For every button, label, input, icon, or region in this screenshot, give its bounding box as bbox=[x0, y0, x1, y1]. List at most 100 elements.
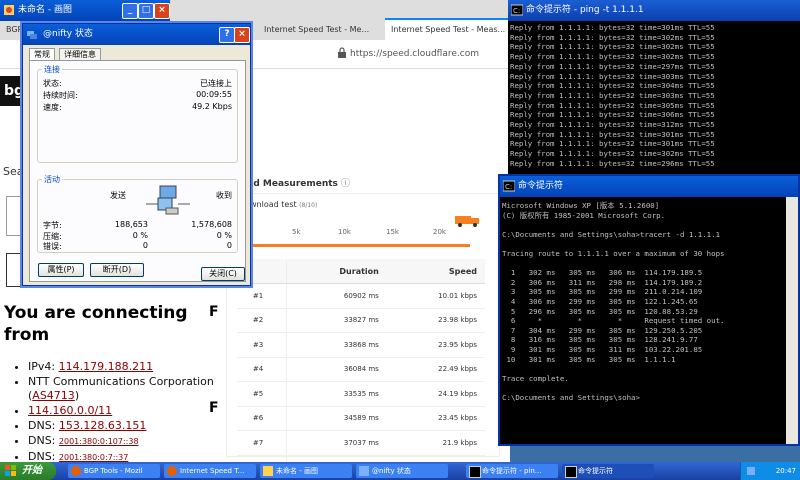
console-line: Reply from 1.1.1.1: bytes=32 time=304ms … bbox=[510, 81, 715, 91]
speed-value: 49.2 Kbps bbox=[192, 102, 232, 111]
duration-label: 持续时间: bbox=[43, 91, 78, 100]
console-title-bar[interactable]: C: 命令提示符 - ping -t 1.1.1.1 bbox=[508, 0, 800, 21]
sent-label: 发送 bbox=[110, 191, 126, 200]
minimize-button[interactable]: _ bbox=[122, 3, 138, 19]
column-header: Speed bbox=[386, 259, 485, 284]
taskbar: 开始 BGP Tools - Mozil Internet Speed T...… bbox=[0, 462, 800, 480]
row-number: #4 bbox=[237, 357, 287, 382]
table-row: #1 60902 ms 10.01 kbps bbox=[237, 283, 485, 309]
console-line: Reply from 1.1.1.1: bytes=32 time=312ms … bbox=[510, 120, 715, 130]
progress-fill bbox=[240, 244, 470, 247]
errors-label: 错误: bbox=[43, 242, 62, 251]
connection-status-dialog: @nifty 状态 ? × 常规 详细信息 连接 状态: 已连接上 持续时间: … bbox=[22, 23, 251, 286]
console-line: Reply from 1.1.1.1: bytes=32 time=302ms … bbox=[510, 42, 715, 52]
tracert-console-window[interactable]: C: 命令提示符 Microsoft Windows XP [版本 5.1.26… bbox=[498, 174, 800, 446]
taskbar-item-firefox[interactable]: BGP Tools - Mozil bbox=[68, 464, 160, 478]
truck-icon bbox=[455, 216, 479, 227]
url-bar[interactable]: https://speed.cloudflare.com bbox=[350, 46, 510, 62]
side-letter: F bbox=[209, 304, 219, 320]
tab-panel: 连接 状态: 已连接上 持续时间: 00:09:55 速度: 49.2 Kbps… bbox=[29, 60, 246, 282]
duration-cell: 37037 ms bbox=[286, 430, 387, 456]
speed-cell: 22.49 kbps bbox=[386, 357, 485, 382]
speed-cell: 23.45 kbps bbox=[386, 406, 485, 431]
console-line: Reply from 1.1.1.1: bytes=32 time=297ms … bbox=[510, 61, 715, 71]
bgp-search-input[interactable] bbox=[6, 196, 22, 236]
connection-info-list: IPv4: 114.179.188.211 NTT Communications… bbox=[12, 360, 233, 466]
start-button[interactable]: 开始 bbox=[0, 462, 56, 480]
disconnect-button[interactable]: 断开(D) bbox=[90, 263, 144, 277]
help-button[interactable]: ? bbox=[219, 27, 235, 43]
duration-value: 00:09:55 bbox=[196, 90, 232, 99]
duration-cell: 33868 ms bbox=[286, 332, 387, 358]
table-row: #4 36084 ms 22.49 kbps bbox=[237, 357, 485, 382]
console-icon bbox=[565, 466, 577, 478]
windows-logo-icon bbox=[5, 465, 16, 476]
dns-link[interactable]: 2001:380:0:107::38 bbox=[59, 437, 139, 446]
connection-group: 连接 状态: 已连接上 持续时间: 00:09:55 速度: 49.2 Kbps bbox=[37, 64, 238, 163]
paint-title-bar[interactable]: 未命名 - 画图 _ □ × bbox=[0, 0, 170, 21]
maximize-button[interactable]: □ bbox=[138, 3, 154, 19]
taskbar-item-speedtest[interactable]: Internet Speed T... bbox=[164, 464, 256, 478]
dns-link[interactable]: 153.128.63.151 bbox=[59, 419, 146, 432]
list-item: IPv4: 114.179.188.211 bbox=[28, 360, 233, 374]
paint-window[interactable]: 未命名 - 画图 _ □ × bbox=[0, 0, 170, 21]
firefox-icon bbox=[71, 466, 81, 476]
console-icon: C: bbox=[503, 180, 515, 192]
ping-console-window[interactable]: C: 命令提示符 - ping -t 1.1.1.1 Reply from 1.… bbox=[508, 0, 800, 175]
list-item: NTT Communications Corporation (AS4713) bbox=[28, 375, 233, 403]
duration-cell: 60902 ms bbox=[286, 283, 387, 309]
table-row: #2 33827 ms 23.98 kbps bbox=[237, 308, 485, 333]
table-row: #3 33868 ms 23.95 kbps bbox=[237, 332, 485, 358]
dialog-title-bar[interactable]: @nifty 状态 ? × bbox=[23, 24, 250, 45]
taskbar-item-paint[interactable]: 未命名 - 画图 bbox=[260, 464, 352, 478]
console-line: Reply from 1.1.1.1: bytes=32 time=303ms … bbox=[510, 71, 715, 81]
speed-cell: 23.98 kbps bbox=[386, 308, 485, 333]
scrollbar[interactable] bbox=[786, 197, 798, 444]
network-icon bbox=[359, 466, 369, 476]
console-line: Reply from 1.1.1.1: bytes=32 time=301ms … bbox=[510, 23, 715, 32]
errors-sent: 0 bbox=[142, 241, 148, 250]
taskbar-item-ping[interactable]: 命令提示符 - pin... bbox=[466, 464, 558, 478]
row-number: #7 bbox=[237, 430, 287, 456]
taskbar-item-status[interactable]: @nifty 状态 bbox=[356, 464, 448, 478]
clock: 20:47 bbox=[775, 467, 796, 475]
errors-received: 0 bbox=[226, 241, 232, 250]
dns-link[interactable]: 2001:380:0:7::37 bbox=[59, 453, 128, 462]
system-tray: 20:47 bbox=[740, 462, 800, 480]
row-number: #5 bbox=[237, 381, 287, 407]
table-row: #6 34589 ms 23.45 kbps bbox=[237, 406, 485, 431]
duration-cell: 36084 ms bbox=[286, 357, 387, 382]
console-title-bar[interactable]: C: 命令提示符 bbox=[500, 176, 798, 197]
column-header: Duration bbox=[286, 259, 387, 284]
network-icon bbox=[27, 31, 37, 39]
console-output: Microsoft Windows XP [版本 5.1.2600] (C) 版… bbox=[502, 201, 725, 402]
row-number: #6 bbox=[237, 406, 287, 431]
console-line: Reply from 1.1.1.1: bytes=32 time=306ms … bbox=[510, 110, 715, 120]
console-line: Reply from 1.1.1.1: bytes=32 time=303ms … bbox=[510, 90, 715, 100]
info-icon[interactable]: ⓘ bbox=[341, 179, 350, 189]
properties-button[interactable]: 属性(P) bbox=[38, 263, 84, 277]
progress-track bbox=[240, 244, 470, 247]
tab-speed-test-2[interactable]: Internet Speed Test - Meas... bbox=[385, 18, 509, 40]
tick-label: 5k bbox=[292, 228, 301, 236]
asn-link[interactable]: AS4713 bbox=[32, 389, 75, 402]
group-title: 活动 bbox=[42, 174, 62, 185]
taskbar-item-tracert[interactable]: 命令提示符 bbox=[562, 464, 654, 478]
speed-cell: 24.19 kbps bbox=[386, 381, 485, 407]
list-item: 114.160.0.0/11 bbox=[28, 404, 233, 418]
tab-speed-test-1[interactable]: Internet Speed Test - Me... bbox=[258, 20, 380, 40]
close-button[interactable]: × bbox=[234, 27, 250, 43]
console-line: Reply from 1.1.1.1: bytes=32 time=301ms … bbox=[510, 139, 715, 149]
close-dialog-button[interactable]: 关闭(C) bbox=[201, 267, 245, 281]
received-label: 收到 bbox=[216, 191, 232, 200]
prefix-link[interactable]: 114.160.0.0/11 bbox=[28, 404, 112, 417]
svg-text:C:: C: bbox=[505, 183, 512, 191]
paint-icon bbox=[4, 5, 14, 15]
measurements-table: Duration Speed #1 60902 ms 10.01 kbps #2 338… bbox=[237, 259, 485, 480]
compression-sent: 0 % bbox=[132, 231, 148, 240]
bytes-label: 字节: bbox=[43, 221, 62, 230]
close-button[interactable]: × bbox=[154, 3, 170, 19]
ipv4-link[interactable]: 114.179.188.211 bbox=[59, 360, 153, 373]
network-tray-icon[interactable] bbox=[747, 467, 755, 475]
console-line: Reply from 1.1.1.1: bytes=32 time=305ms … bbox=[510, 100, 715, 110]
